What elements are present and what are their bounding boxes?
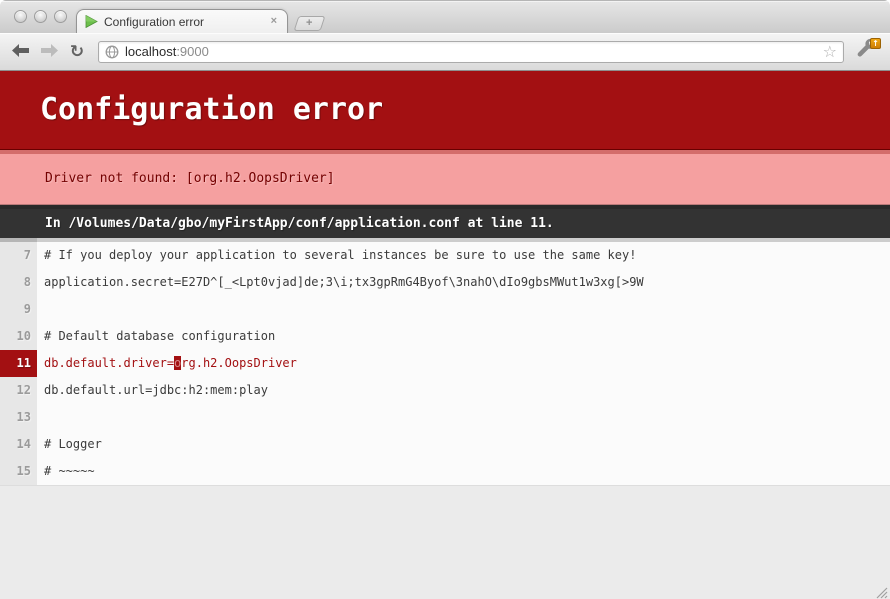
browser-toolbar: ↻ localhost:9000 ☆ ↑	[0, 33, 890, 71]
line-code	[37, 296, 890, 323]
code-line: 7 # If you deploy your application to se…	[0, 238, 890, 269]
browser-tab[interactable]: Configuration error ×	[76, 9, 288, 33]
line-number: 13	[0, 404, 37, 431]
play-favicon-icon	[85, 15, 98, 28]
line-number: 15	[0, 458, 37, 485]
new-tab-button[interactable]: +	[294, 16, 326, 31]
code-line-error: 11 db.default.driver=org.h2.OopsDriver	[0, 350, 890, 377]
line-code: db.default.driver=org.h2.OopsDriver	[37, 350, 890, 377]
line-number: 12	[0, 377, 37, 404]
code-line: 12 db.default.url=jdbc:h2:mem:play	[0, 377, 890, 404]
location-suffix: at line 11.	[460, 216, 554, 231]
line-number: 10	[0, 323, 37, 350]
tab-close-icon[interactable]: ×	[269, 14, 279, 29]
code-line: 10 # Default database configuration	[0, 323, 890, 350]
error-code-pre: db.default.driver=	[44, 356, 174, 370]
code-line: 14 # Logger	[0, 431, 890, 458]
error-detail: Driver not found: [org.h2.OopsDriver]	[0, 150, 890, 205]
line-code: db.default.url=jdbc:h2:mem:play	[37, 377, 890, 404]
forward-arrow-icon	[40, 44, 58, 60]
globe-icon[interactable]	[105, 45, 119, 59]
line-number: 11	[0, 350, 37, 377]
minimize-window-button[interactable]	[34, 10, 47, 23]
line-code: # ~~~~~	[37, 458, 890, 485]
line-code: application.secret=E27D^[_<Lpt0vjad]de;3…	[37, 269, 890, 296]
line-code: # Default database configuration	[37, 323, 890, 350]
error-location: In /Volumes/Data/gbo/myFirstApp/conf/app…	[0, 205, 890, 238]
code-line: 13	[0, 404, 890, 431]
window-controls	[14, 10, 67, 23]
url-port: :9000	[176, 44, 209, 59]
location-path: /Volumes/Data/gbo/myFirstApp/conf/applic…	[68, 216, 459, 231]
browser-window: Configuration error × + ↻	[0, 0, 890, 599]
forward-button[interactable]	[36, 39, 62, 65]
url-text[interactable]: localhost:9000	[125, 44, 823, 59]
update-badge-icon: ↑	[870, 38, 881, 49]
code-listing: 7 # If you deploy your application to se…	[0, 238, 890, 486]
zoom-window-button[interactable]	[54, 10, 67, 23]
location-prefix: In	[45, 216, 68, 231]
line-code: # If you deploy your application to seve…	[37, 238, 890, 269]
address-bar[interactable]: localhost:9000 ☆	[98, 41, 844, 63]
browser-titlebar: Configuration error × +	[0, 0, 890, 33]
line-code: # Logger	[37, 431, 890, 458]
line-code	[37, 404, 890, 431]
line-number: 8	[0, 269, 37, 296]
code-line: 15 # ~~~~~	[0, 458, 890, 485]
code-line: 8 application.secret=E27D^[_<Lpt0vjad]de…	[0, 269, 890, 296]
error-page: Configuration error Driver not found: [o…	[0, 71, 890, 599]
menu-wrench-button[interactable]: ↑	[852, 38, 882, 66]
back-button[interactable]	[8, 39, 34, 65]
line-number: 14	[0, 431, 37, 458]
resize-grip[interactable]	[875, 584, 888, 597]
new-tab-plus-icon: +	[306, 18, 312, 29]
close-window-button[interactable]	[14, 10, 27, 23]
reload-icon: ↻	[70, 42, 84, 62]
back-arrow-icon	[12, 44, 30, 60]
error-code-post: rg.h2.OopsDriver	[181, 356, 297, 370]
bookmark-star-icon[interactable]: ☆	[823, 44, 837, 60]
code-line: 9	[0, 296, 890, 323]
line-number: 7	[0, 238, 37, 269]
tab-title: Configuration error	[104, 15, 269, 29]
page-title: Configuration error	[0, 71, 890, 150]
line-number: 9	[0, 296, 37, 323]
url-host: localhost	[125, 44, 176, 59]
reload-button[interactable]: ↻	[64, 39, 90, 65]
